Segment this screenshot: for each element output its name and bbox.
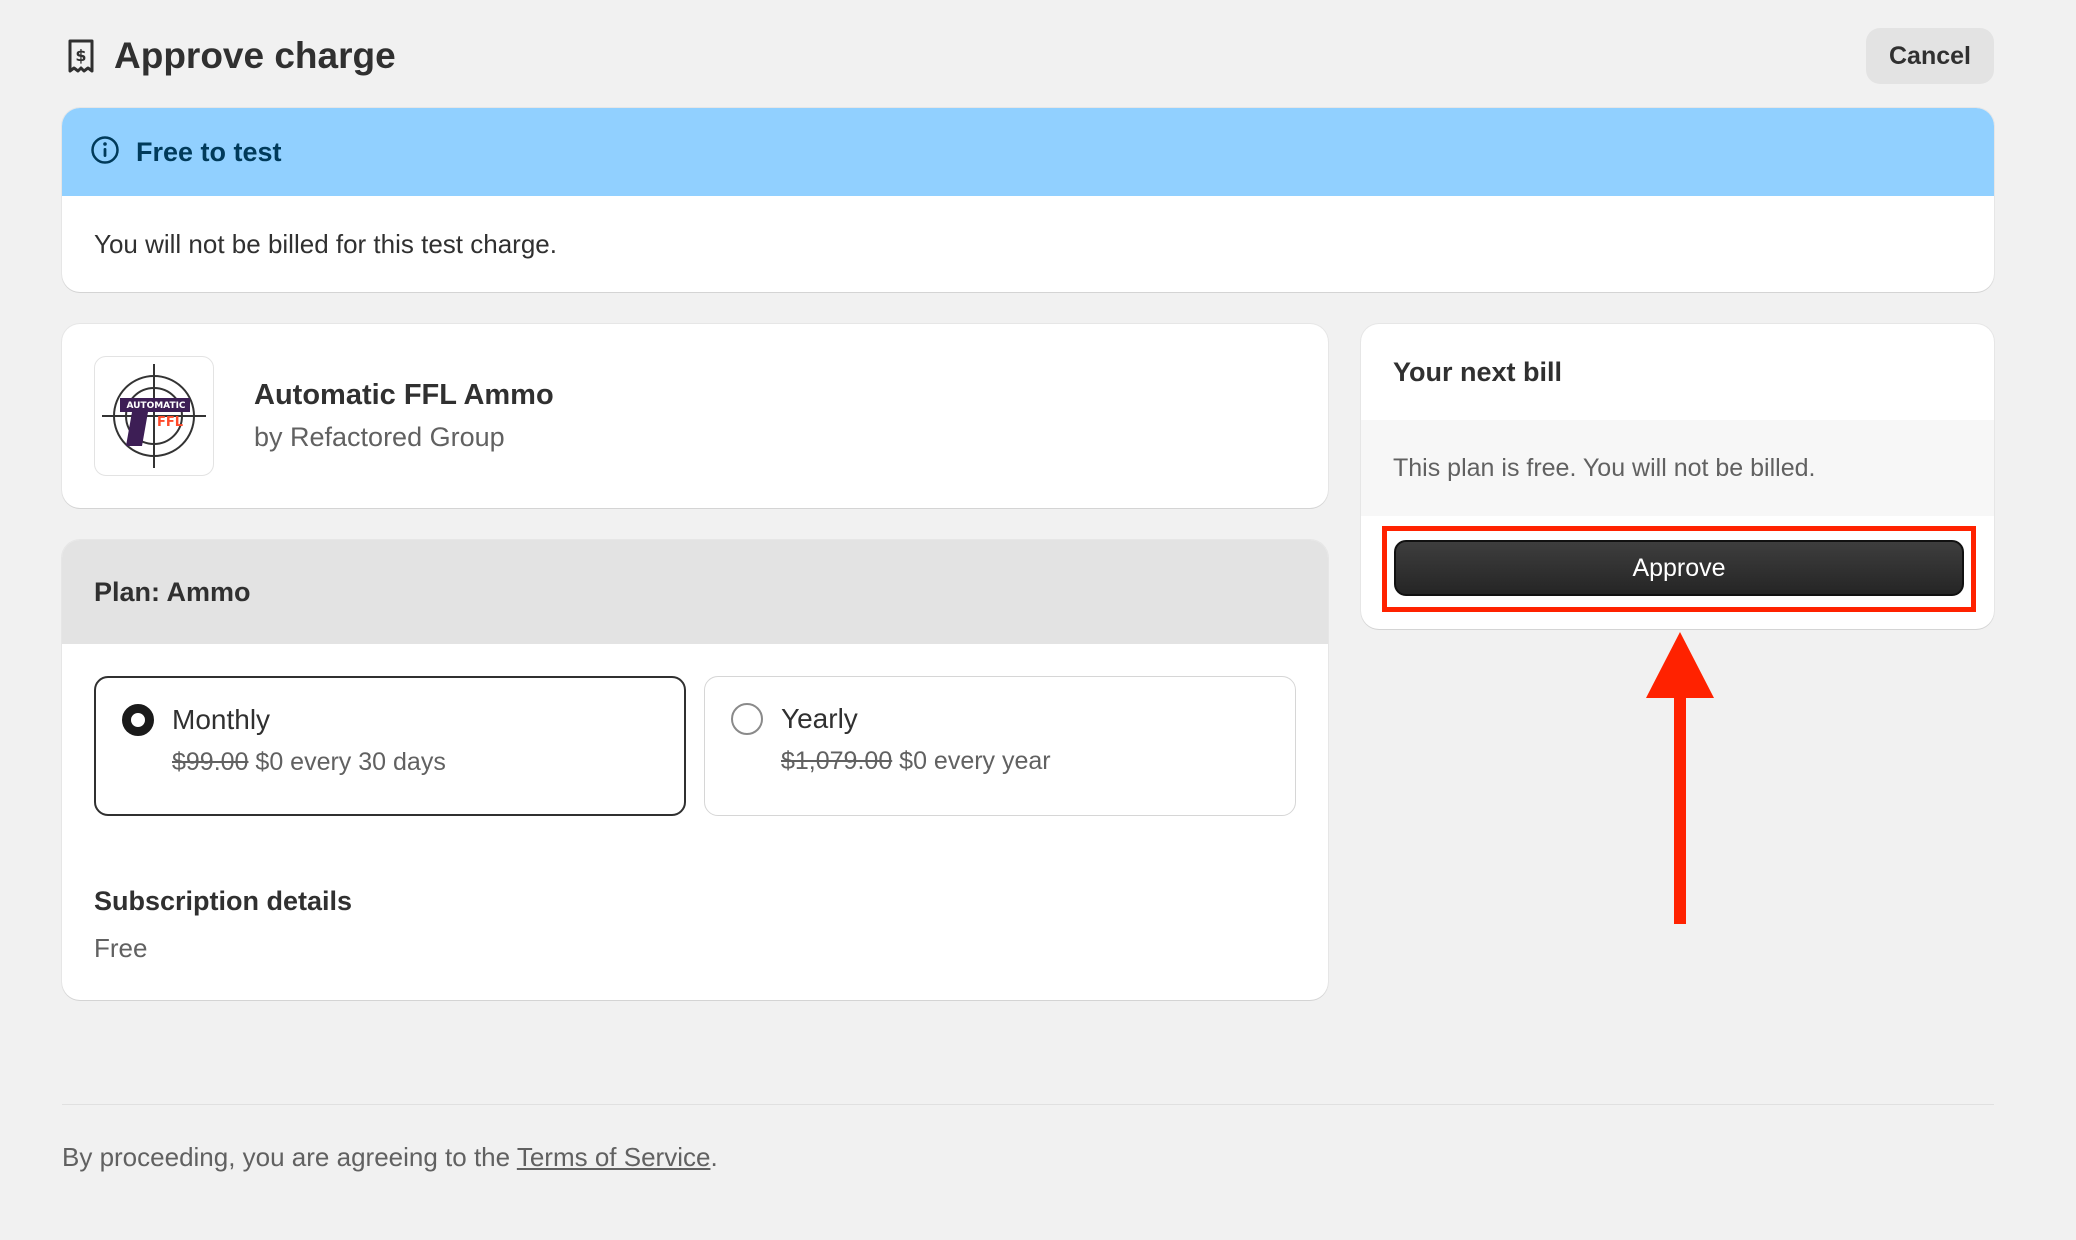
terms-suffix: . [710, 1142, 718, 1172]
original-price: $1,079.00 [781, 747, 893, 775]
original-price: $99.00 [172, 748, 249, 776]
subscription-details-title: Subscription details [94, 886, 353, 916]
receipt-dollar-icon: $ [62, 37, 100, 75]
title-wrap: $ Approve charge [62, 35, 396, 77]
plan-card: Plan: Ammo Monthly $99.00 $0 every 30 da… [62, 540, 1328, 1000]
option-monthly[interactable]: Monthly $99.00 $0 every 30 days [94, 676, 686, 816]
billing-options: Monthly $99.00 $0 every 30 days Yearly $… [94, 676, 1296, 816]
arrow-up-icon [1646, 632, 1714, 924]
next-bill-message: This plan is free. You will not be bille… [1361, 420, 1994, 516]
app-developer: by Refactored Group [254, 422, 505, 452]
option-label: Yearly [781, 703, 858, 734]
test-charge-banner: Free to test You will not be billed for … [62, 108, 1994, 292]
app-info-card: AUTOMATIC FFL Automatic FFL Ammo by Refa… [62, 324, 1328, 508]
approve-button[interactable]: Approve [1394, 540, 1964, 596]
app-name: Automatic FFL Ammo [254, 379, 554, 411]
terms-footer: By proceeding, you are agreeing to the T… [62, 1142, 718, 1173]
option-price: $1,079.00 $0 every year [781, 747, 1269, 776]
subscription-details-value: Free [94, 933, 148, 963]
option-label: Monthly [172, 704, 271, 735]
footer-divider [62, 1104, 1994, 1105]
option-yearly[interactable]: Yearly $1,079.00 $0 every year [704, 676, 1296, 816]
banner-message: You will not be billed for this test cha… [94, 228, 557, 259]
logo-text-top: AUTOMATIC [126, 401, 185, 411]
app-text: Automatic FFL Ammo by Refactored Group [254, 379, 554, 453]
terms-prefix: By proceeding, you are agreeing to the [62, 1142, 517, 1172]
logo-text-bottom: FFL [157, 415, 183, 430]
radio-monthly[interactable] [122, 704, 154, 736]
terms-of-service-link[interactable]: Terms of Service [517, 1142, 711, 1172]
discounted-price: $0 every 30 days [255, 748, 446, 776]
discounted-price: $0 every year [899, 747, 1051, 775]
next-bill-card: Your next bill This plan is free. You wi… [1361, 324, 1994, 629]
radio-yearly[interactable] [731, 703, 763, 735]
banner-title: Free to test [136, 136, 282, 167]
page-title: Approve charge [114, 35, 396, 76]
banner-header: Free to test [62, 108, 1994, 196]
option-price: $99.00 $0 every 30 days [172, 748, 658, 777]
info-icon [90, 135, 120, 170]
page-header: $ Approve charge Cancel [62, 28, 1994, 84]
plan-title: Plan: Ammo [62, 540, 1328, 644]
approve-charge-page: $ Approve charge Cancel Free to test You… [0, 0, 2076, 1240]
next-bill-title: Your next bill [1393, 356, 1563, 387]
svg-text:$: $ [75, 46, 86, 65]
app-logo: AUTOMATIC FFL [94, 356, 214, 476]
cancel-button[interactable]: Cancel [1866, 28, 1994, 84]
